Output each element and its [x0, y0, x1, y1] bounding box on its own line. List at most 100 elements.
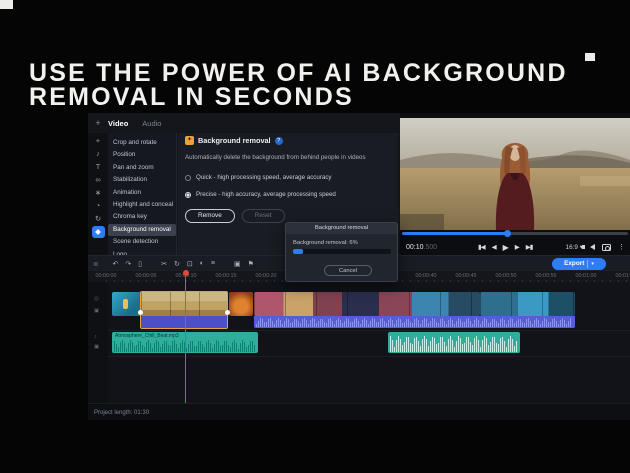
lane-divider: [88, 356, 630, 357]
reset-button[interactable]: Reset: [242, 209, 285, 223]
tab-audio[interactable]: Audio: [142, 119, 161, 128]
radio-icon[interactable]: [185, 175, 191, 181]
export-button[interactable]: Export ▾: [552, 258, 606, 270]
trim-handle-left[interactable]: [138, 310, 143, 315]
corner-decoration: [585, 53, 595, 61]
lock-icon[interactable]: ▣: [94, 344, 99, 350]
dialog-progress-fill: [293, 249, 303, 254]
snapshot-icon[interactable]: [602, 244, 611, 251]
accuracy-option[interactable]: Quick - high processing speed, average a…: [185, 169, 336, 186]
trim-handle-right[interactable]: [225, 310, 230, 315]
lock-icon[interactable]: ▣: [94, 308, 99, 314]
clip-thumbnails: [141, 292, 227, 316]
dialog-progress-bar: [293, 249, 391, 254]
audio-clip-label: Atmosphere_Chill_Beat.mp3: [115, 333, 179, 339]
background-removal-icon: ✦: [185, 136, 194, 145]
menu-item-stabilization[interactable]: Stabilization: [108, 174, 176, 186]
skip-start-icon[interactable]: ▮◀: [478, 243, 485, 251]
more-tools-icon[interactable]: ◆: [92, 226, 105, 238]
linked-audio-waveform[interactable]: [254, 316, 575, 328]
tools-menu: Crop and rotatePositionPan and zoomStabi…: [108, 133, 177, 257]
volume-icon[interactable]: [590, 244, 595, 250]
tab-video[interactable]: Video: [108, 119, 128, 128]
seek-progress: [402, 232, 508, 235]
menu-item-crop-and-rotate[interactable]: Crop and rotate: [108, 137, 176, 149]
redo-icon[interactable]: ↷: [125, 260, 131, 268]
headline-line2: REMOVAL IN SECONDS: [29, 85, 568, 109]
video-clip[interactable]: [254, 292, 480, 316]
playback-controls: 00:10.500 ▮◀ ◀ ▶ ▶ ▶▮ 16:9 ▾ ⋮: [400, 239, 630, 255]
audio-clip[interactable]: [388, 332, 520, 353]
playhead[interactable]: [185, 271, 186, 403]
split-icon[interactable]: ✂: [161, 260, 167, 268]
prev-frame-icon[interactable]: ◀: [492, 243, 496, 251]
video-clip[interactable]: [112, 292, 141, 316]
rotate-icon[interactable]: ↻: [174, 260, 180, 268]
menu-item-scene-detection[interactable]: Scene detection: [108, 236, 176, 248]
timeline-tracks: ◎ ▣ ♪ ▣ Atmosphere_Chill_Beat.mp3: [88, 282, 630, 403]
option-label: Quick - high processing speed, average a…: [196, 174, 332, 181]
add-tab-icon[interactable]: +: [88, 118, 108, 128]
effects-icon[interactable]: ∗: [92, 187, 105, 198]
export-label: Export: [564, 260, 584, 267]
ruler-label: 00:00:55: [536, 273, 557, 279]
marker-icon[interactable]: ⚑: [248, 260, 254, 268]
ruler-label: 00:00:00: [96, 273, 117, 279]
preview-seek-bar[interactable]: [402, 232, 628, 235]
panel-title: Background removal: [198, 136, 271, 145]
preview-pane: 00:10.500 ▮◀ ◀ ▶ ▶ ▶▮ 16:9 ▾ ⋮: [400, 113, 630, 255]
ruler-label: 00:00:20: [256, 273, 277, 279]
titles-icon[interactable]: T: [92, 161, 105, 172]
ruler-label: 00:00:15: [216, 273, 237, 279]
music-icon[interactable]: ♪: [92, 148, 105, 159]
color-adjust-icon[interactable]: ◐: [200, 260, 204, 267]
export-chevron-icon[interactable]: ▾: [591, 261, 594, 267]
track-tools-icon[interactable]: ≣: [93, 260, 98, 268]
app-window: + Video Audio + ♪ T ∞ ∗ ◔ ↻ ◆ Crop and rotatePo…: [88, 113, 630, 420]
video-clip-selected[interactable]: [140, 291, 228, 329]
accuracy-option[interactable]: Precise - high accuracy, average process…: [185, 186, 336, 203]
transport-controls: ▮◀ ◀ ▶ ▶ ▶▮: [478, 243, 532, 252]
panel-description: Automatically delete the background from…: [185, 154, 390, 161]
add-media-icon[interactable]: +: [92, 135, 105, 146]
copy-icon[interactable]: ▣: [234, 260, 241, 268]
menu-item-pan-and-zoom[interactable]: Pan and zoom: [108, 162, 176, 174]
aspect-ratio-select[interactable]: 16:9 ▾: [566, 243, 583, 251]
background-removal-dialog: Background removal Background removal: 6…: [285, 222, 398, 282]
play-icon[interactable]: ▶: [503, 243, 508, 252]
crop-icon[interactable]: ⊡: [187, 260, 193, 268]
menu-item-highlight-and-conceal[interactable]: Highlight and conceal: [108, 199, 176, 211]
sync-icon[interactable]: ↻: [92, 213, 105, 224]
undo-icon[interactable]: ↶: [112, 260, 118, 268]
skip-end-icon[interactable]: ▶▮: [526, 243, 533, 251]
video-clip[interactable]: [480, 292, 575, 316]
menu-item-animation[interactable]: Animation: [108, 187, 176, 199]
speed-icon[interactable]: ◔: [92, 200, 105, 211]
video-clip[interactable]: [229, 292, 253, 316]
current-time-ms: .500: [424, 244, 438, 251]
tool-rail: + ♪ T ∞ ∗ ◔ ↻ ◆: [88, 133, 108, 257]
transitions-icon[interactable]: ∞: [92, 174, 105, 185]
track-header-rail: ◎ ▣ ♪ ▣: [88, 282, 108, 403]
ruler-label: 00:00:05: [136, 273, 157, 279]
radio-icon[interactable]: [185, 192, 191, 198]
current-time: 00:10.500: [406, 244, 437, 251]
next-frame-icon[interactable]: ▶: [515, 243, 519, 251]
clip-properties-icon[interactable]: ≡: [211, 260, 215, 267]
preview-video-frame: [400, 118, 630, 230]
ruler-label: 00:01:05: [616, 273, 630, 279]
eye-icon[interactable]: ◎: [94, 296, 99, 302]
cancel-button[interactable]: Cancel: [324, 265, 372, 276]
speaker-icon[interactable]: ♪: [94, 334, 97, 340]
seek-handle[interactable]: [504, 230, 511, 237]
menu-item-position[interactable]: Position: [108, 149, 176, 161]
ruler-label: 00:00:40: [416, 273, 437, 279]
delete-icon[interactable]: ▯: [138, 260, 142, 268]
menu-item-background-removal[interactable]: Background removal: [108, 224, 176, 236]
option-label: Precise - high accuracy, average process…: [196, 191, 336, 198]
more-options-icon[interactable]: ⋮: [618, 243, 625, 251]
waveform: [256, 318, 573, 327]
help-icon[interactable]: ?: [275, 137, 283, 145]
remove-button[interactable]: Remove: [185, 209, 235, 223]
menu-item-chroma-key[interactable]: Chroma key: [108, 211, 176, 223]
